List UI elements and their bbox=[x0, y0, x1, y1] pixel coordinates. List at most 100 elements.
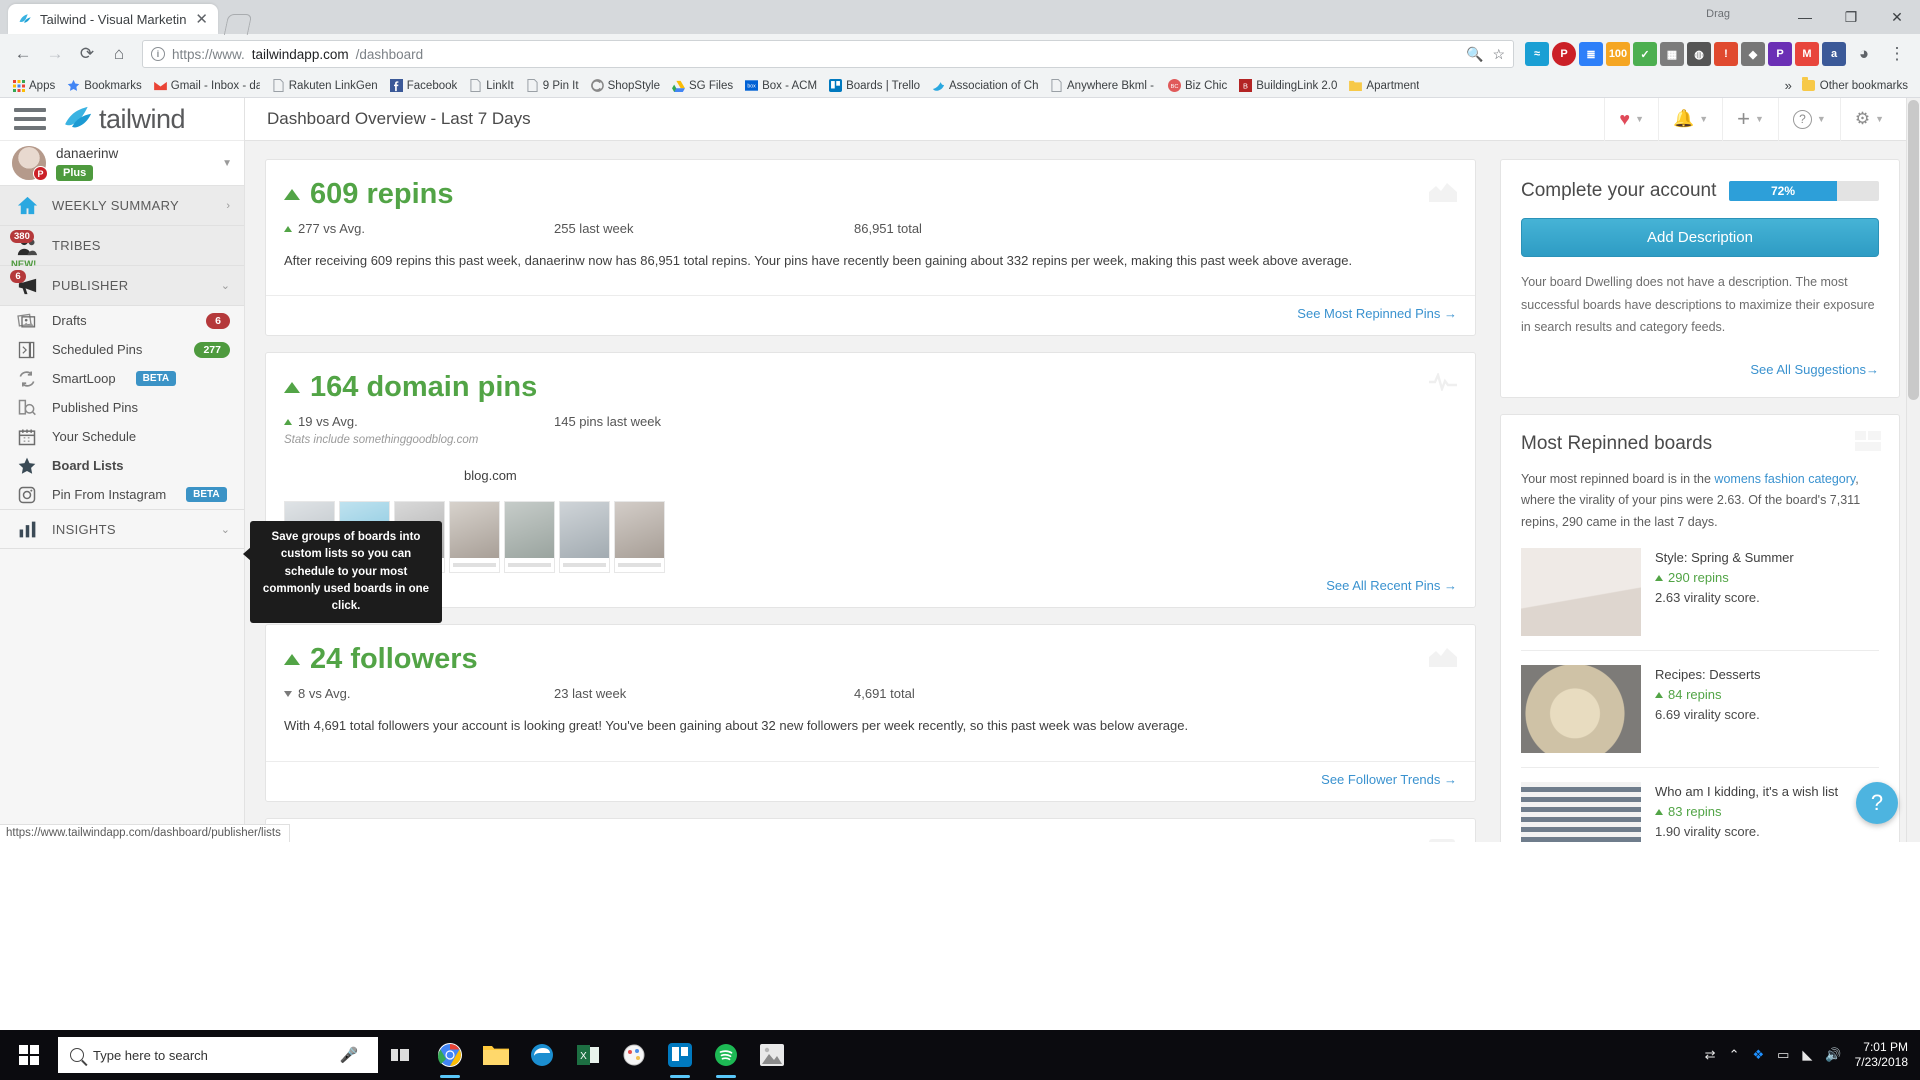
recent-pin-thumbnail[interactable] bbox=[504, 501, 555, 574]
page-scrollbar-thumb[interactable] bbox=[1908, 100, 1919, 400]
other-bookmarks-folder[interactable]: Other bookmarks bbox=[1796, 77, 1914, 94]
see-all-recent-pins-link[interactable]: See All Recent Pins → bbox=[1326, 578, 1457, 593]
bookmarks-overflow-button[interactable]: » bbox=[1785, 78, 1796, 93]
create-button[interactable]: + ▼ bbox=[1722, 97, 1778, 141]
hamburger-icon[interactable] bbox=[14, 108, 46, 130]
trello-taskbar-icon[interactable] bbox=[658, 1030, 702, 1080]
bookmark-item[interactable]: ShopStyle bbox=[585, 77, 666, 94]
bookmark-item[interactable]: Apartment bbox=[1343, 77, 1425, 94]
bookmark-star-icon[interactable]: ☆ bbox=[1492, 46, 1505, 63]
sidebar-item-weekly-summary[interactable]: WEEKLY SUMMARY › bbox=[0, 186, 244, 226]
close-window-button[interactable]: ✕ bbox=[1874, 0, 1920, 34]
help-button[interactable]: ? ▼ bbox=[1777, 97, 1840, 141]
sidebar-item-smartloop[interactable]: SmartLoop BETA bbox=[0, 364, 244, 393]
see-all-suggestions-link[interactable]: See All Suggestions→ bbox=[1750, 362, 1879, 377]
dropbox-icon[interactable]: ❖ bbox=[1752, 1047, 1764, 1063]
photos-taskbar-icon[interactable] bbox=[750, 1030, 794, 1080]
display-icon[interactable]: ▭ bbox=[1777, 1047, 1789, 1063]
zoom-search-icon[interactable]: 🔍 bbox=[1466, 46, 1483, 63]
settings-button[interactable]: ⚙ ▼ bbox=[1839, 97, 1898, 141]
sidebar-item-your-schedule[interactable]: Your Schedule bbox=[0, 422, 244, 451]
bookmark-item[interactable]: Rakuten LinkGenerat bbox=[266, 77, 384, 94]
board-row[interactable]: Style: Spring & Summer 290 repins 2.63 vir… bbox=[1521, 534, 1879, 652]
sidebar-user[interactable]: P danaerinw Plus ▼ bbox=[0, 141, 244, 186]
taskbar-clock[interactable]: 7:01 PM 7/23/2018 bbox=[1855, 1040, 1908, 1070]
help-bubble-button[interactable]: ? bbox=[1856, 782, 1898, 824]
bookmark-item[interactable]: SG Files bbox=[666, 77, 739, 94]
recent-pin-thumbnail[interactable] bbox=[559, 501, 610, 574]
recent-pin-thumbnail[interactable] bbox=[614, 501, 665, 574]
sidebar-item-scheduled-pins[interactable]: Scheduled Pins 277 bbox=[0, 335, 244, 364]
bookmark-item[interactable]: 9 Pin It bbox=[520, 77, 585, 94]
site-info-icon[interactable]: i bbox=[151, 47, 165, 61]
address-bar[interactable]: i https://www. tailwindapp.com/dashboard … bbox=[142, 40, 1514, 68]
tab-close-icon[interactable]: ✕ bbox=[195, 10, 208, 28]
gmail-extension-icon[interactable]: M bbox=[1795, 42, 1819, 66]
tailwind-extension-icon[interactable]: ≈ bbox=[1525, 42, 1549, 66]
reload-icon[interactable]: ⟳ bbox=[72, 39, 102, 69]
layers-extension-icon[interactable]: ≣ bbox=[1579, 42, 1603, 66]
board-row[interactable]: Recipes: Desserts 84 repins 6.69 virality … bbox=[1521, 651, 1879, 769]
browser-tab[interactable]: Tailwind - Visual Marketin ✕ bbox=[8, 4, 218, 34]
bookmark-item[interactable]: Association of Childr bbox=[926, 77, 1044, 94]
chevron-down-icon[interactable]: ▼ bbox=[222, 158, 232, 169]
maximize-button[interactable]: ❐ bbox=[1828, 0, 1874, 34]
chrome-taskbar-icon[interactable] bbox=[428, 1030, 472, 1080]
pocket-extension-icon[interactable]: P bbox=[1768, 42, 1792, 66]
volume-icon[interactable]: 🔊 bbox=[1825, 1047, 1841, 1063]
sidebar-item-pin-from-instagram[interactable]: Pin From Instagram BETA bbox=[0, 480, 244, 509]
puzzle-extension-icon[interactable]: ◆ bbox=[1741, 42, 1765, 66]
notifications-button[interactable]: 🔔 ▼ bbox=[1658, 97, 1722, 141]
task-view-button[interactable] bbox=[378, 1047, 422, 1063]
grid-extension-icon[interactable]: ▦ bbox=[1660, 42, 1684, 66]
page-scrollbar-track[interactable] bbox=[1906, 98, 1920, 842]
forward-icon[interactable]: → bbox=[40, 39, 70, 69]
pinterest-extension-icon[interactable]: P bbox=[1552, 42, 1576, 66]
see-follower-trends-link[interactable]: See Follower Trends → bbox=[1321, 772, 1457, 787]
bookmark-item[interactable]: Facebook bbox=[384, 77, 464, 94]
bookmark-item[interactable]: BC Biz Chic bbox=[1162, 77, 1233, 94]
alert-extension-icon[interactable]: ! bbox=[1714, 42, 1738, 66]
sidebar-item-drafts[interactable]: Drafts 6 bbox=[0, 306, 244, 335]
bookmark-item[interactable]: B BuildingLink 2.0 bbox=[1233, 77, 1343, 94]
spotify-taskbar-icon[interactable] bbox=[704, 1030, 748, 1080]
wifi-icon[interactable]: ◣ bbox=[1802, 1047, 1812, 1063]
add-description-button[interactable]: Add Description bbox=[1521, 218, 1879, 257]
bookmark-item[interactable]: Anywhere Bkml - Sa bbox=[1044, 77, 1162, 94]
bookmark-item[interactable]: Boards | Trello bbox=[823, 77, 926, 94]
bookmark-item[interactable]: LinkIt bbox=[463, 77, 520, 94]
check-extension-icon[interactable]: ✓ bbox=[1633, 42, 1657, 66]
social-extension-icon[interactable]: a bbox=[1822, 42, 1846, 66]
paint-taskbar-icon[interactable] bbox=[612, 1030, 656, 1080]
bookmark-item[interactable]: Apps bbox=[6, 77, 61, 94]
see-most-repinned-pins-link[interactable]: See Most Repinned Pins → bbox=[1297, 306, 1457, 321]
sidebar-item-tribes[interactable]: 380 NEW! TRIBES bbox=[0, 226, 244, 270]
recent-pin-thumbnail[interactable] bbox=[449, 501, 500, 574]
chrome-menu-icon[interactable]: ⋮ bbox=[1882, 39, 1912, 69]
favorites-button[interactable]: ♥ ▼ bbox=[1604, 97, 1658, 141]
sidebar-item-publisher[interactable]: 6 PUBLISHER ⌄ bbox=[0, 266, 244, 306]
board-row[interactable]: Who am I kidding, it's a wish list 83 rep… bbox=[1521, 768, 1879, 842]
hundred-extension-icon[interactable]: 100 bbox=[1606, 42, 1630, 66]
start-button[interactable] bbox=[0, 1030, 58, 1080]
sidebar-item-board-lists[interactable]: Board Lists bbox=[0, 451, 244, 480]
minimize-button[interactable]: — bbox=[1782, 0, 1828, 34]
sidebar-item-published-pins[interactable]: Published Pins bbox=[0, 393, 244, 422]
sidebar-item-insights[interactable]: INSIGHTS ⌄ bbox=[0, 509, 244, 549]
globe-extension-icon[interactable]: ◍ bbox=[1687, 42, 1711, 66]
bookmark-item[interactable]: Bookmarks bbox=[61, 77, 148, 94]
share-icon[interactable]: ⇄ bbox=[1705, 1047, 1716, 1063]
taskbar-search[interactable]: Type here to search 🎤 bbox=[58, 1037, 378, 1073]
tailwind-logo[interactable]: tailwind bbox=[64, 104, 186, 135]
new-tab-button[interactable] bbox=[220, 10, 254, 34]
excel-taskbar-icon[interactable]: X bbox=[566, 1030, 610, 1080]
womens-fashion-category-link[interactable]: womens fashion category bbox=[1714, 472, 1855, 486]
chevron-up-icon[interactable]: ⌃ bbox=[1729, 1047, 1740, 1063]
back-icon[interactable]: ← bbox=[8, 39, 38, 69]
microphone-icon[interactable]: 🎤 bbox=[332, 1046, 366, 1064]
profile-avatar-icon[interactable]: ◕ bbox=[1849, 39, 1879, 69]
bookmark-item[interactable]: box Box - ACM bbox=[739, 77, 823, 94]
home-icon[interactable]: ⌂ bbox=[104, 39, 134, 69]
file-explorer-taskbar-icon[interactable] bbox=[474, 1030, 518, 1080]
edge-taskbar-icon[interactable] bbox=[520, 1030, 564, 1080]
